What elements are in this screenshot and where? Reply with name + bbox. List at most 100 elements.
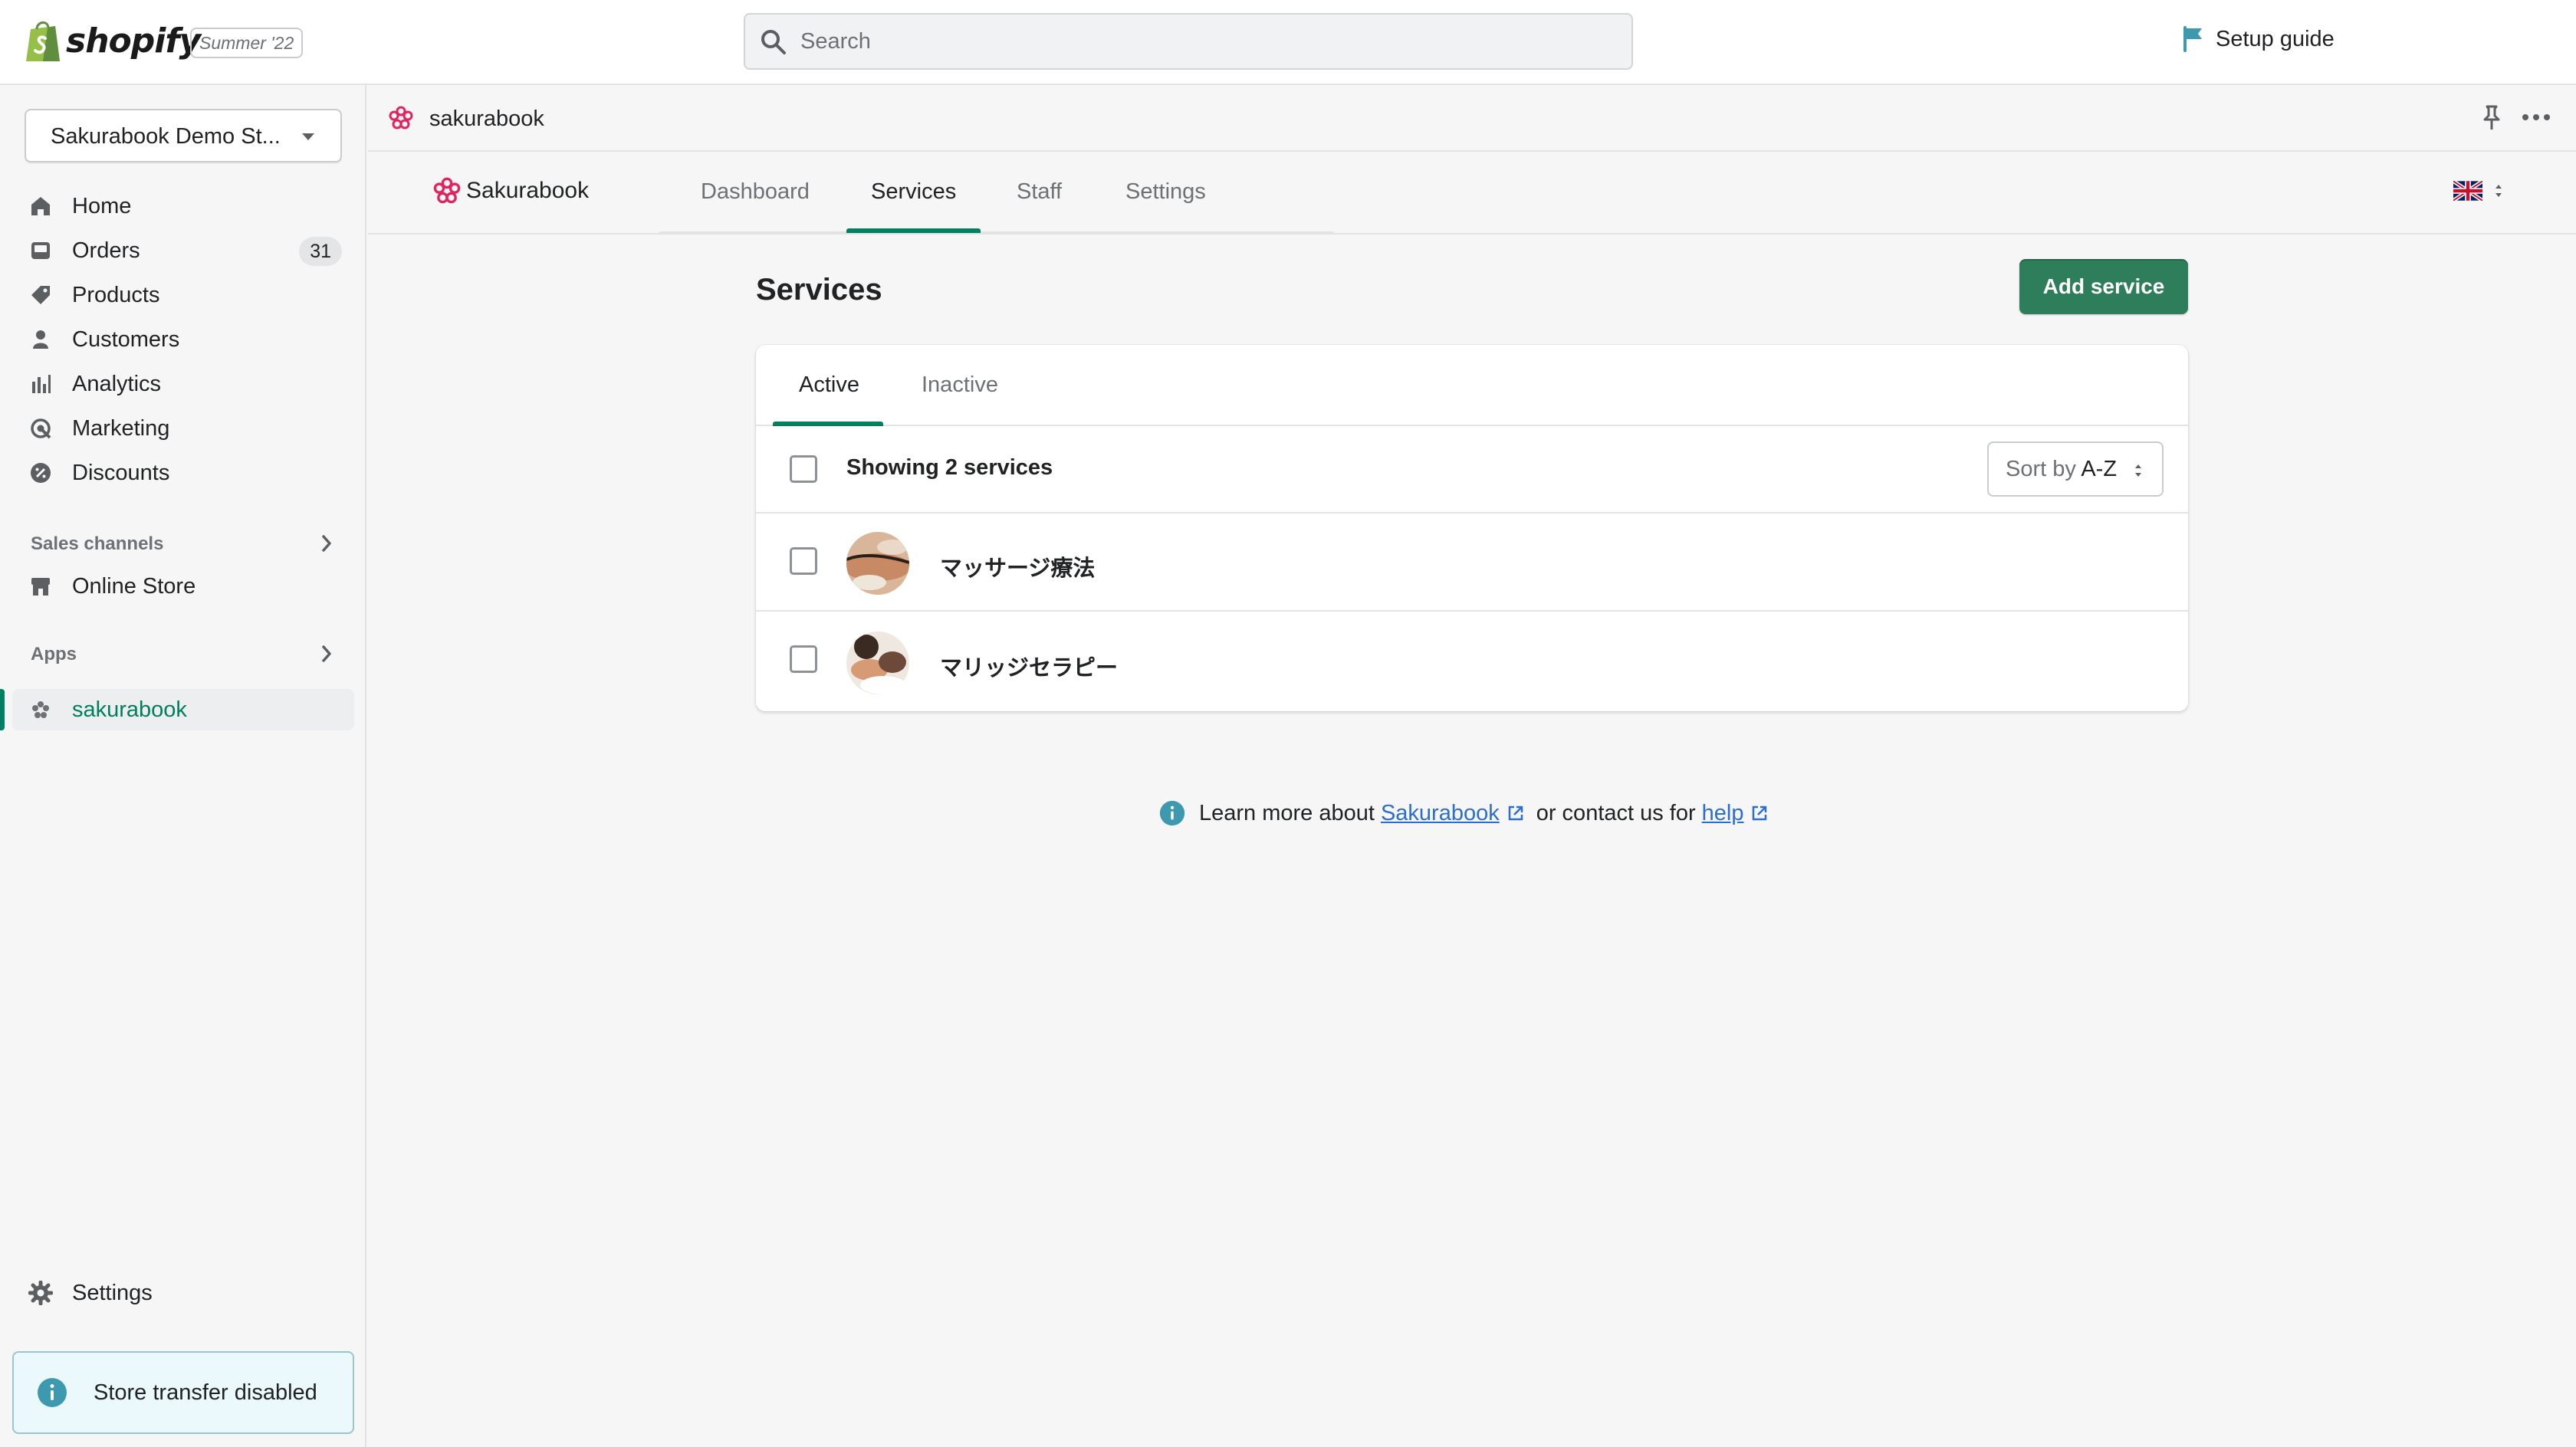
flag-icon — [2183, 26, 2202, 52]
service-name[interactable]: マッサージ療法 — [940, 550, 1095, 582]
sakurabook-link[interactable]: Sakurabook — [1381, 801, 1500, 826]
sidebar: Sakurabook Demo St... Home Orders 31 Pro… — [0, 85, 366, 1447]
bar-chart-icon — [28, 371, 54, 397]
sort-value: A-Z — [2081, 457, 2118, 481]
sales-channels-header: Sales channels — [31, 533, 164, 554]
store-transfer-banner: Store transfer disabled — [12, 1351, 354, 1434]
row-checkbox[interactable] — [790, 547, 817, 575]
shopify-wordmark: shopify — [66, 21, 201, 61]
tab-inactive[interactable]: Inactive — [922, 372, 998, 398]
setup-guide-label: Setup guide — [2216, 26, 2334, 51]
sidebar-item-label: Online Store — [72, 573, 196, 599]
home-icon — [28, 193, 54, 219]
sidebar-item-sakurabook[interactable]: sakurabook — [12, 689, 354, 730]
app-navigation: Sakurabook Dashboard Services Staff Sett… — [368, 152, 2576, 235]
shopify-bag-icon — [26, 21, 60, 61]
sidebar-item-online-store[interactable]: Online Store — [28, 566, 353, 607]
store-transfer-text: Store transfer disabled — [94, 1380, 317, 1405]
selected-tab-indicator — [846, 228, 981, 233]
sidebar-item-label: Customers — [72, 326, 180, 352]
sakurabook-brand[interactable]: Sakurabook — [432, 176, 589, 205]
tab-dashboard[interactable]: Dashboard — [701, 179, 810, 205]
external-link-icon[interactable] — [1751, 805, 1768, 822]
list-item[interactable]: マリッジセラピー — [756, 613, 2188, 711]
sakura-flower-icon — [433, 177, 461, 204]
select-arrows-icon — [2496, 185, 2502, 197]
caret-down-icon — [302, 133, 314, 140]
sidebar-item-label: Marketing — [72, 415, 170, 441]
gear-icon — [28, 1280, 54, 1306]
discount-icon — [28, 460, 54, 486]
app-title: sakurabook — [429, 107, 544, 131]
tab-settings[interactable]: Settings — [1125, 179, 1206, 205]
person-icon — [28, 326, 54, 353]
setup-guide-button[interactable]: Setup guide — [2182, 26, 2334, 52]
sidebar-item-home[interactable]: Home — [28, 185, 353, 227]
search-bar[interactable] — [744, 13, 1633, 70]
tab-staff[interactable]: Staff — [1017, 179, 1062, 205]
sidebar-item-label: Analytics — [72, 371, 162, 396]
orders-icon — [28, 238, 54, 264]
sakura-app-icon — [28, 697, 54, 723]
sort-label: Sort by — [2006, 457, 2076, 481]
sidebar-item-analytics[interactable]: Analytics — [28, 363, 353, 405]
sidebar-item-label: Products — [72, 282, 160, 307]
sidebar-item-label: Discounts — [72, 460, 170, 485]
list-header: Showing 2 services Sort by A-Z — [756, 426, 2188, 514]
pin-icon[interactable] — [2480, 104, 2503, 132]
add-service-button[interactable]: Add service — [2019, 259, 2188, 314]
tag-icon — [28, 282, 54, 308]
select-all-checkbox[interactable] — [790, 455, 817, 483]
showing-count: Showing 2 services — [846, 455, 1053, 480]
service-thumbnail — [846, 632, 909, 694]
app-title-bar: sakurabook — [368, 85, 2576, 152]
target-icon — [28, 415, 54, 441]
sidebar-item-label: Home — [72, 193, 132, 218]
sidebar-item-orders[interactable]: Orders 31 — [28, 230, 353, 271]
sidebar-item-products[interactable]: Products — [28, 274, 353, 316]
sidebar-item-settings[interactable]: Settings — [28, 1272, 353, 1314]
sort-select[interactable]: Sort by A-Z — [1987, 441, 2164, 497]
search-icon — [761, 30, 786, 54]
sakura-flower-icon — [389, 106, 413, 130]
store-icon — [28, 573, 54, 599]
store-selector[interactable]: Sakurabook Demo St... — [25, 109, 342, 162]
tabs-divider — [659, 231, 1334, 233]
list-item[interactable]: マッサージ療法 — [756, 514, 2188, 612]
tab-services[interactable]: Services — [871, 179, 956, 205]
status-tabs: Active Inactive — [756, 345, 2188, 426]
help-footer: Learn more about Sakurabook or contact u… — [1159, 800, 1780, 826]
tab-active[interactable]: Active — [799, 372, 859, 398]
chevron-right-icon[interactable] — [317, 532, 336, 555]
uk-flag-icon — [2453, 181, 2482, 201]
top-bar: shopify Summer '22 Setup guide — [0, 0, 2576, 85]
services-card: Active Inactive Showing 2 services Sort … — [756, 345, 2188, 711]
sidebar-item-label: Orders — [72, 238, 140, 263]
search-input[interactable] — [800, 15, 1621, 68]
sidebar-item-customers[interactable]: Customers — [28, 319, 353, 360]
store-name: Sakurabook Demo St... — [51, 124, 281, 149]
orders-count-badge: 31 — [299, 237, 342, 266]
brand-name: Sakurabook — [466, 178, 590, 203]
sidebar-item-label: sakurabook — [72, 697, 187, 722]
info-icon — [38, 1378, 67, 1407]
learn-more-text: Learn more about — [1199, 800, 1375, 825]
chevron-right-icon[interactable] — [317, 642, 336, 665]
sidebar-item-discounts[interactable]: Discounts — [28, 452, 353, 494]
service-thumbnail — [846, 532, 909, 595]
sidebar-item-label: Settings — [72, 1280, 153, 1305]
more-actions-icon[interactable] — [2522, 114, 2550, 120]
edition-badge[interactable]: Summer '22 — [190, 28, 304, 58]
info-icon — [1159, 800, 1185, 826]
service-name[interactable]: マリッジセラピー — [940, 650, 1118, 682]
row-checkbox[interactable] — [790, 645, 817, 673]
help-link[interactable]: help — [1702, 801, 1744, 826]
shopify-logo[interactable]: shopify — [25, 18, 201, 63]
contact-text: or contact us for — [1536, 800, 1696, 825]
external-link-icon[interactable] — [1507, 805, 1524, 822]
active-indicator — [0, 689, 5, 730]
sidebar-item-marketing[interactable]: Marketing — [28, 408, 353, 449]
page-title: Services — [756, 273, 882, 307]
apps-header: Apps — [31, 644, 77, 664]
language-selector[interactable] — [2453, 181, 2504, 201]
